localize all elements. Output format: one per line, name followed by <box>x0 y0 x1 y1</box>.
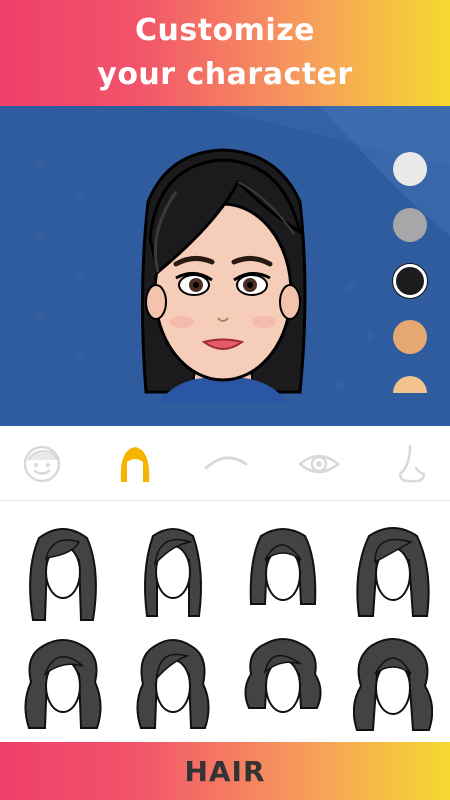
hair-style-icon <box>356 527 430 617</box>
header-title-line1: Customize <box>134 13 316 48</box>
hair-style-option[interactable] <box>133 520 213 624</box>
hair-style-option[interactable] <box>23 520 103 624</box>
hair-style-option[interactable] <box>133 634 213 738</box>
swatch-white[interactable] <box>393 152 427 186</box>
avatar-character <box>140 148 307 402</box>
hair-style-icon <box>244 638 322 713</box>
hair-style-option[interactable] <box>353 520 433 624</box>
face-icon <box>23 445 61 483</box>
hair-style-icon <box>249 528 317 605</box>
tab-eyebrows[interactable] <box>204 444 248 484</box>
eye-icon <box>298 454 340 474</box>
hair-style-option[interactable] <box>243 520 323 624</box>
hair-style-icon <box>352 638 434 731</box>
category-tabs <box>0 426 450 501</box>
swatch-light-brown[interactable] <box>393 320 427 354</box>
hair-color-swatches <box>393 152 429 393</box>
eyebrow-icon <box>204 456 248 470</box>
tab-face[interactable] <box>20 444 64 484</box>
header-banner: Customize your character <box>0 0 450 106</box>
hair-style-icon <box>144 528 202 617</box>
hair-style-option[interactable] <box>243 634 323 738</box>
swatch-gray[interactable] <box>393 208 427 242</box>
hair-style-option[interactable] <box>23 634 103 738</box>
tab-nose[interactable] <box>390 444 434 484</box>
hair-style-icon <box>29 528 97 621</box>
swatch-black[interactable] <box>393 264 427 298</box>
nose-icon <box>398 444 426 483</box>
header-title-line2: your character <box>97 57 353 92</box>
hair-icon <box>120 447 150 482</box>
hair-style-icon <box>24 639 102 729</box>
hair-style-icon <box>136 639 210 729</box>
tab-hair[interactable] <box>113 444 157 484</box>
hair-style-grid <box>0 502 450 742</box>
footer-banner: HAIR <box>0 742 450 800</box>
hair-style-option[interactable] <box>352 634 434 738</box>
category-label: HAIR <box>184 754 266 788</box>
swatch-peach[interactable] <box>393 376 427 393</box>
tab-eyes[interactable] <box>297 444 341 484</box>
avatar-preview <box>0 106 450 426</box>
